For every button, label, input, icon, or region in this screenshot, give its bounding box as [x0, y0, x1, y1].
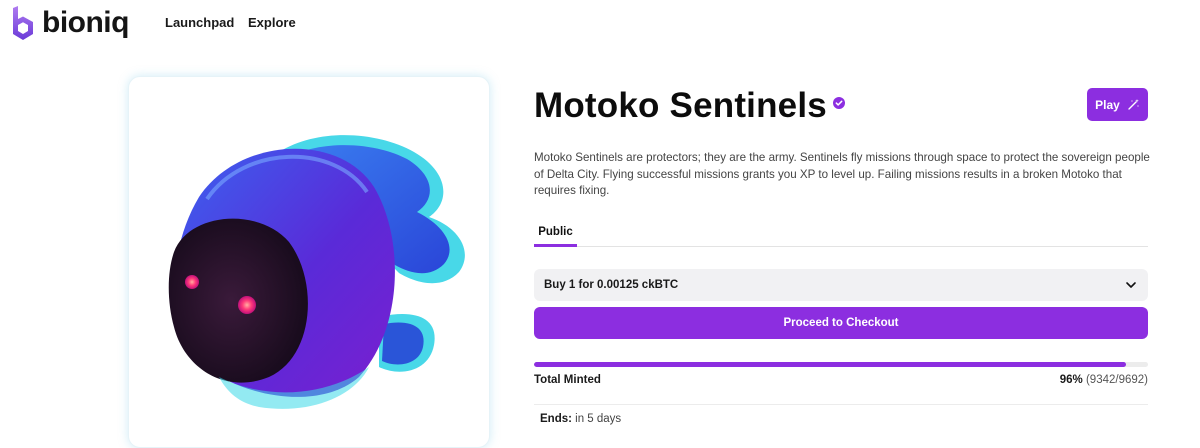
total-minted-value: 96% (9342/9692) — [1060, 374, 1148, 386]
ends-value: in 5 days — [575, 413, 622, 425]
nav-launchpad[interactable]: Launchpad — [165, 15, 234, 30]
tab-divider — [534, 246, 1148, 247]
collection-title: Motoko Sentinels — [534, 86, 827, 125]
top-header: bioniq Launchpad Explore — [0, 0, 1200, 46]
bioniq-logo[interactable]: bioniq — [11, 5, 129, 41]
total-minted-label: Total Minted — [534, 374, 601, 386]
collection-image-card — [128, 76, 490, 448]
sale-end-info: Ends: in 5 days — [540, 413, 621, 425]
chevron-down-icon — [1126, 282, 1136, 288]
nav-explore[interactable]: Explore — [248, 15, 296, 30]
logo-text: bioniq — [42, 6, 129, 39]
play-button[interactable]: Play — [1087, 88, 1148, 121]
verified-badge-icon — [833, 97, 845, 109]
quantity-select[interactable]: Buy 1 for 0.00125 ckBTC — [534, 269, 1148, 301]
tab-active-indicator — [534, 244, 577, 247]
collection-description: Motoko Sentinels are protectors; they ar… — [534, 151, 1150, 197]
minted-progress-fill — [534, 362, 1126, 367]
minted-percent: 96% — [1059, 374, 1083, 386]
tab-public[interactable]: Public — [534, 226, 577, 246]
minted-count: (9342/9692) — [1085, 374, 1148, 386]
proceed-to-checkout-button[interactable]: Proceed to Checkout — [534, 307, 1148, 339]
minted-progress-bar — [534, 362, 1148, 367]
ends-label: Ends: — [540, 413, 572, 425]
bioniq-logo-icon — [13, 6, 33, 40]
magic-wand-icon — [1128, 99, 1139, 110]
quantity-select-value: Buy 1 for 0.00125 ckBTC — [544, 279, 679, 291]
motoko-sentinel-image — [168, 135, 465, 409]
section-divider — [534, 404, 1148, 405]
play-button-label: Play — [1095, 97, 1120, 112]
